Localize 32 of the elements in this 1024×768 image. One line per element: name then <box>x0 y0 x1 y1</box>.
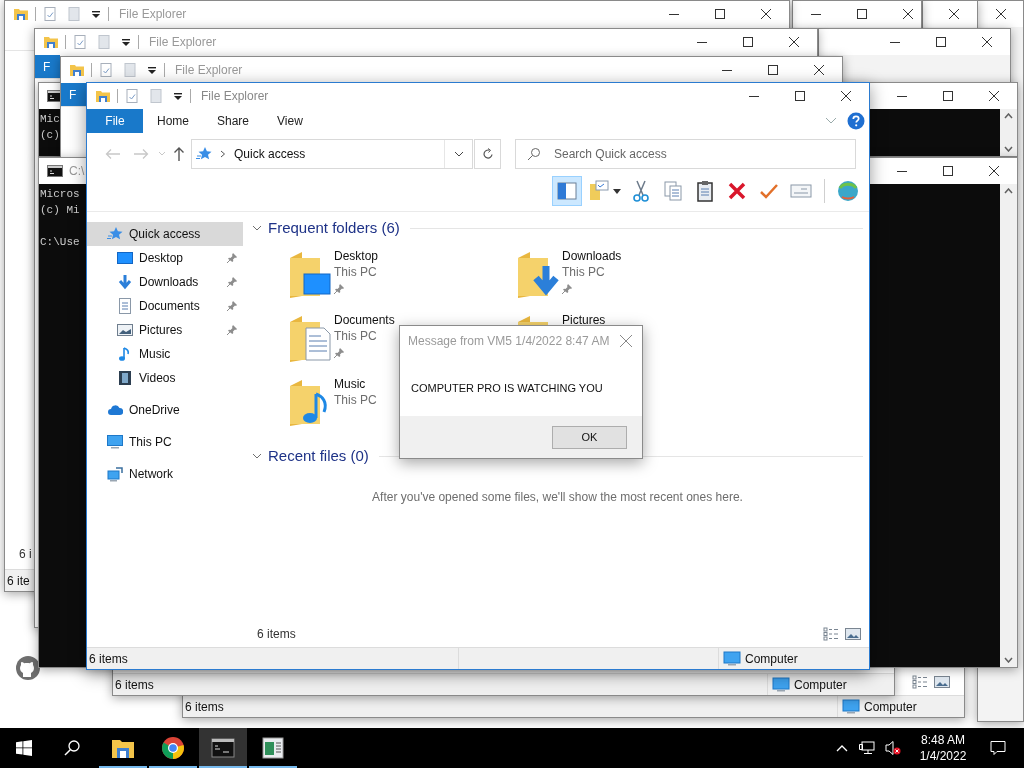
folder-location: This PC <box>562 264 606 280</box>
window-title: File Explorer <box>149 34 217 51</box>
item-count: 6 i <box>19 546 32 563</box>
dialog-title: Message from VM5 1/4/2022 8:47 AM <box>408 333 610 350</box>
folder-name: Documents <box>334 312 395 328</box>
status-text: 6 items <box>185 698 224 716</box>
folder-location: This PC <box>334 264 378 280</box>
status-text: 6 items <box>89 650 128 668</box>
console-text: (c) Mi <box>40 203 80 218</box>
window-title: File Explorer <box>119 6 187 23</box>
window-title: C:\ <box>69 163 85 180</box>
location-text: Computer <box>864 698 917 716</box>
window-title: File Explorer <box>201 88 269 105</box>
item-count: 6 items <box>257 626 296 643</box>
folder-location: This PC <box>334 392 377 408</box>
console-text: Micros <box>40 187 80 202</box>
location-text: Computer <box>745 650 798 668</box>
address-text: Quick access <box>234 146 306 163</box>
location-text: Computer <box>794 676 847 694</box>
dialog-message: COMPUTER PRO IS WATCHING YOU <box>410 381 604 396</box>
status-text: 6 ite <box>7 572 30 590</box>
folder-name: Desktop <box>334 248 379 264</box>
folder-name: Downloads <box>562 248 622 264</box>
folder-name: Music <box>334 376 367 392</box>
window-title: File Explorer <box>175 62 243 79</box>
status-text: 6 items <box>115 676 154 694</box>
folder-location: This PC <box>334 328 378 344</box>
console-text: C:\Use <box>40 235 80 250</box>
folder-name: Pictures <box>562 312 606 328</box>
console-text: Mic <box>40 112 60 127</box>
console-text: (c) <box>40 128 60 143</box>
empty-message: After you've opened some files, we'll show the most recent ones here. <box>371 489 744 506</box>
